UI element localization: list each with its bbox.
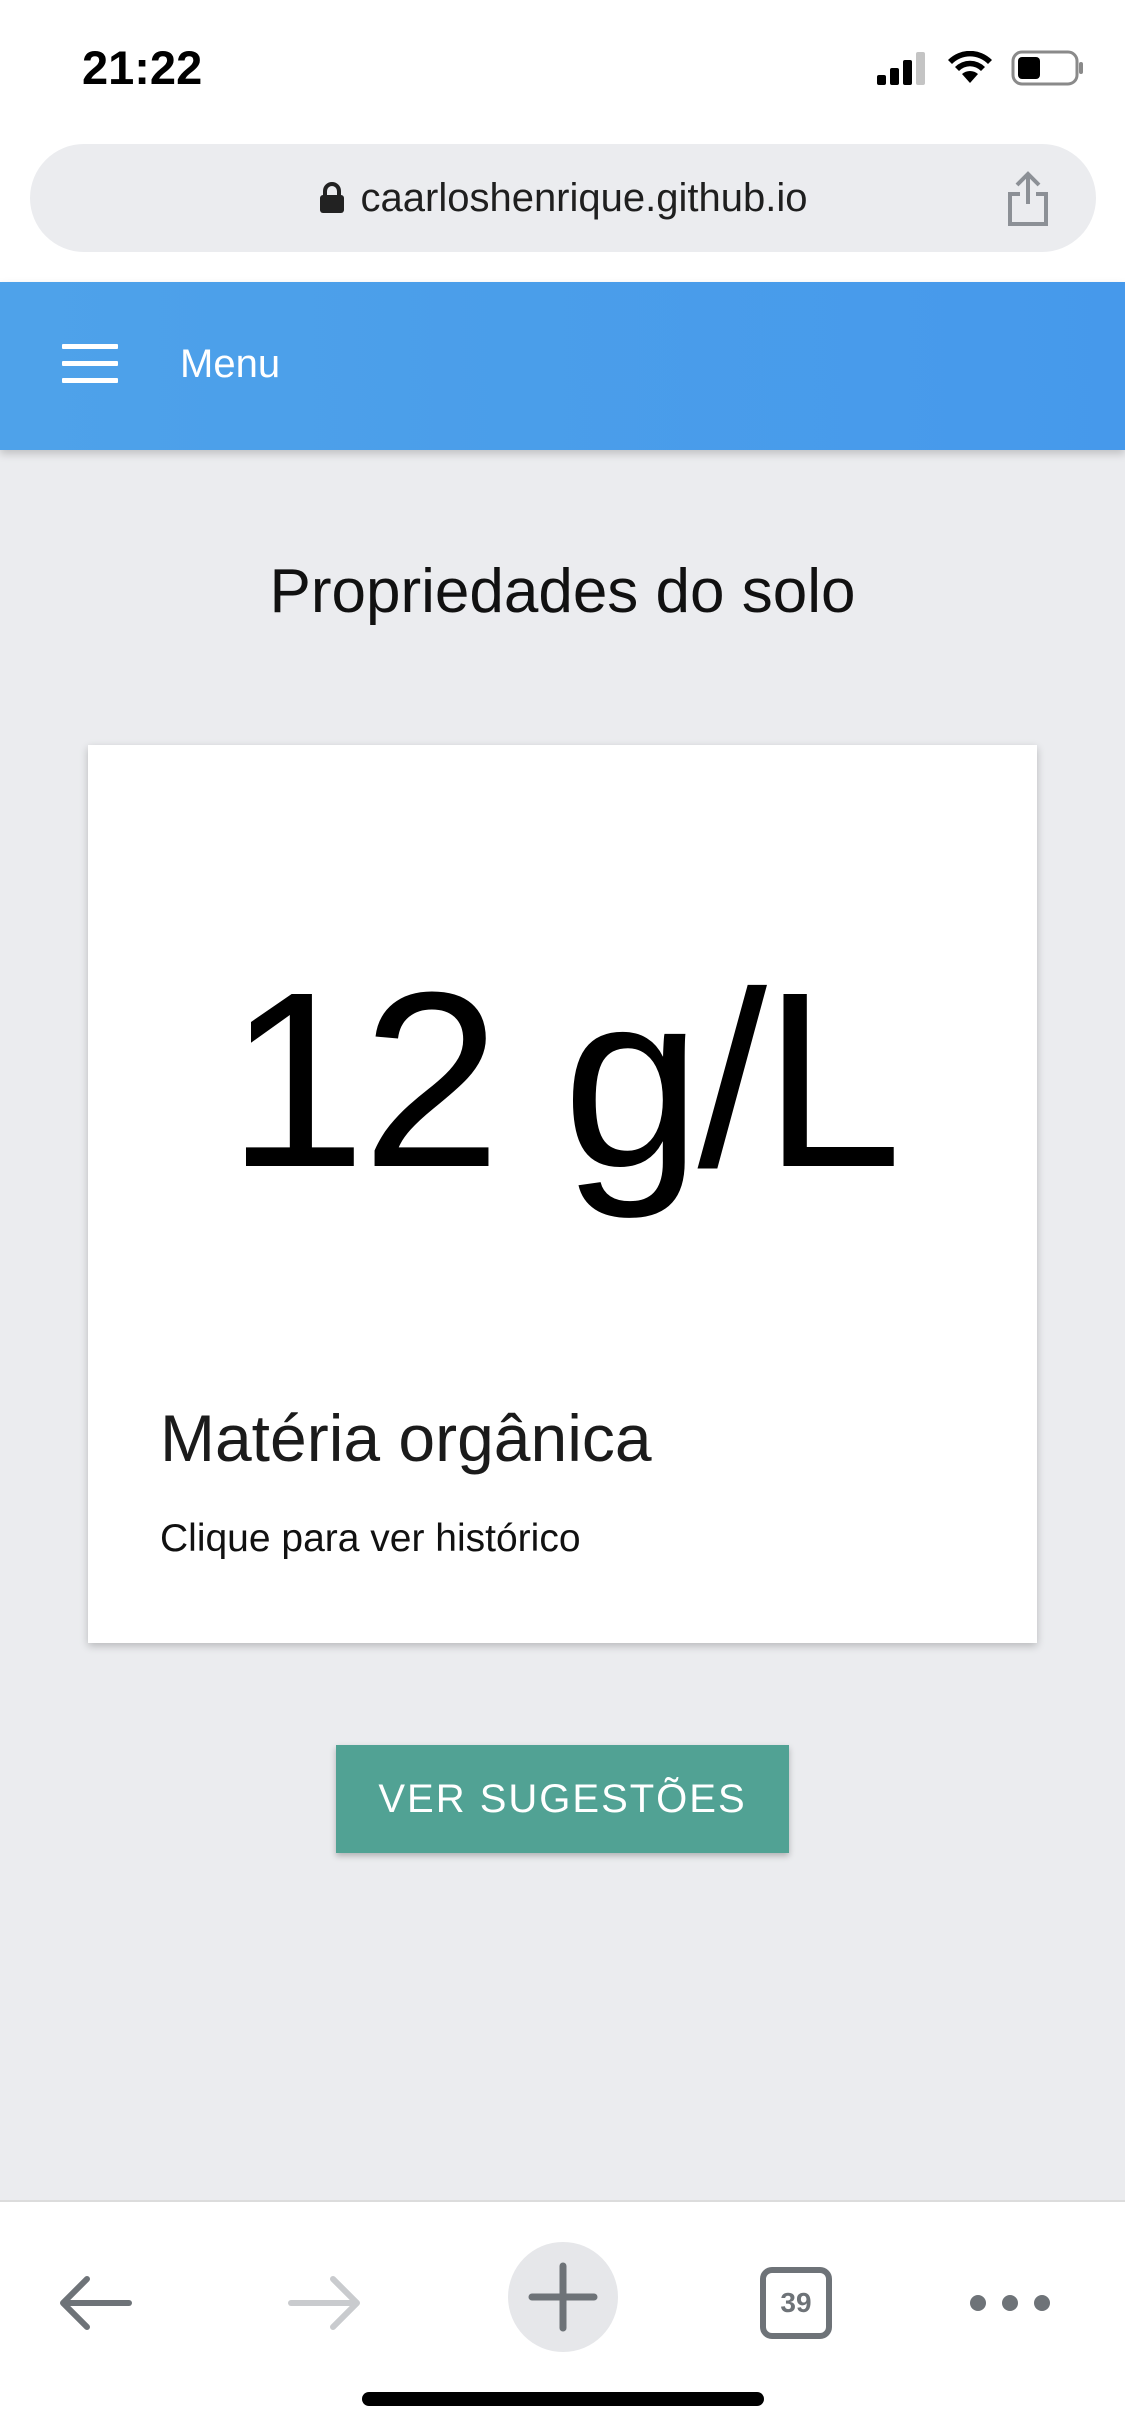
home-indicator — [362, 2392, 764, 2406]
forward-arrow-icon — [288, 2276, 360, 2330]
browser-bar: caarloshenrique.github.io — [0, 130, 1125, 282]
tabs-button[interactable]: 39 — [758, 2238, 834, 2368]
more-icon — [970, 2295, 1050, 2311]
url-text: caarloshenrique.github.io — [360, 175, 808, 220]
status-time: 21:22 — [82, 41, 203, 94]
page: 21:22 caarloshenrique.github.io Menu Pro… — [0, 0, 1125, 2436]
card-subtitle: Clique para ver histórico — [160, 1517, 581, 1560]
back-arrow-icon — [60, 2276, 132, 2330]
view-suggestions-button[interactable]: VER SUGESTÕES — [336, 1745, 789, 1853]
share-icon[interactable] — [1004, 170, 1052, 228]
tab-count: 39 — [780, 2287, 812, 2318]
page-title: Propriedades do solo — [269, 557, 856, 626]
back-button[interactable] — [40, 2238, 150, 2368]
app-header: Menu — [0, 282, 1125, 450]
url-content: caarloshenrique.github.io — [30, 144, 1096, 252]
organic-matter-card[interactable]: 12 g/L Matéria orgânica Clique para ver … — [88, 745, 1037, 1643]
forward-button[interactable] — [270, 2238, 380, 2368]
battery-icon — [1011, 50, 1083, 86]
status-bar: 21:22 — [0, 0, 1125, 140]
signal-icon — [877, 52, 925, 85]
new-tab-circle — [508, 2242, 618, 2352]
lock-icon — [319, 182, 344, 213]
hamburger-icon[interactable] — [62, 344, 118, 384]
status-icons — [877, 48, 1085, 88]
tabs-icon: 39 — [760, 2267, 832, 2339]
card-title: Matéria orgânica — [160, 1401, 652, 1475]
new-tab-button[interactable] — [508, 2232, 618, 2362]
wifi-icon — [948, 51, 992, 83]
plus-icon — [528, 2262, 598, 2332]
address-bar[interactable]: caarloshenrique.github.io — [30, 144, 1096, 252]
more-button[interactable] — [960, 2238, 1060, 2368]
menu-label[interactable]: Menu — [180, 342, 280, 387]
card-value: 12 g/L — [226, 940, 902, 1219]
